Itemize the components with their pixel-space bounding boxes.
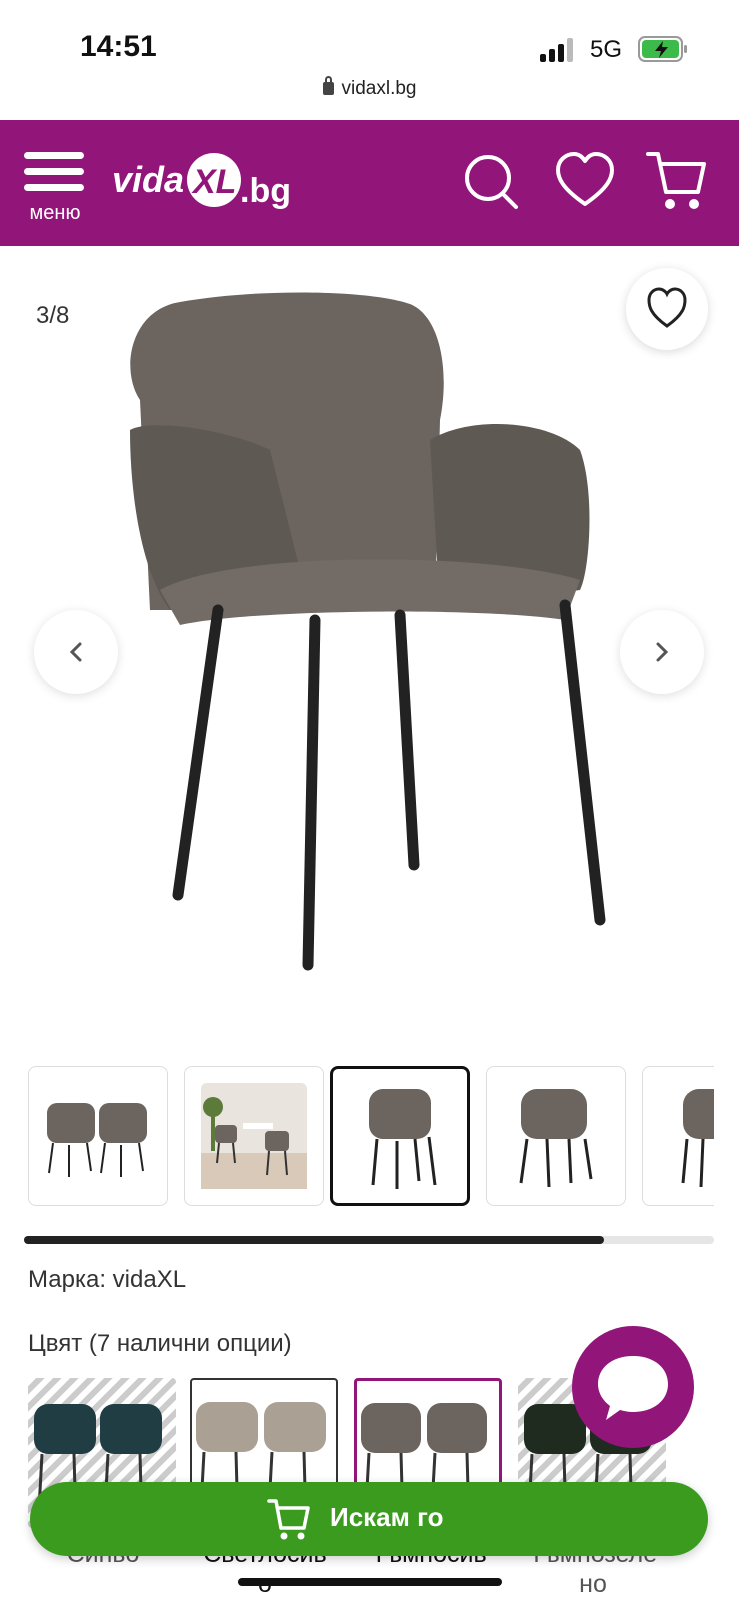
- thumbnail-3[interactable]: [330, 1066, 470, 1206]
- svg-text:vida: vida: [112, 159, 184, 200]
- thumbnail-scrollbar-thumb[interactable]: [24, 1236, 604, 1244]
- add-to-cart-label: Искам го: [330, 1502, 444, 1532]
- color-label-dark-green-wrap: но: [579, 1570, 607, 1598]
- chair-back-thumbnail: [681, 1089, 714, 1188]
- status-bar: 14:51 5G vidaxl.bg: [0, 0, 739, 118]
- chair-front-thumbnail: [369, 1089, 437, 1189]
- network-label: 5G: [590, 36, 623, 63]
- lock-icon: [322, 76, 334, 95]
- signal-icon: [540, 38, 576, 62]
- thumbnail-4[interactable]: [486, 1066, 626, 1206]
- chat-bubble-icon: [598, 1356, 668, 1420]
- product-image[interactable]: [110, 290, 630, 990]
- address-bar[interactable]: vidaxl.bg: [0, 76, 739, 100]
- next-image-button[interactable]: [620, 610, 704, 694]
- thumbnail-5[interactable]: [642, 1066, 714, 1206]
- room-scene-thumbnail: [201, 1083, 307, 1189]
- cart-icon: [267, 1499, 310, 1540]
- brand-label: Марка: vidaXL: [28, 1266, 187, 1293]
- cart-icon[interactable]: [644, 148, 710, 214]
- wishlist-button[interactable]: [626, 268, 708, 350]
- color-options-title: Цвят (7 налични опции): [28, 1330, 292, 1357]
- heart-icon[interactable]: [552, 148, 618, 214]
- vidaxl-logo[interactable]: vida XL .bg: [110, 140, 310, 220]
- chat-button[interactable]: [572, 1326, 694, 1448]
- thumbnail-strip: [28, 1066, 714, 1208]
- battery-icon: [638, 36, 687, 62]
- url-text: vidaxl.bg: [341, 78, 417, 99]
- chair-pair-thumbnail: [47, 1103, 147, 1177]
- add-to-cart-button[interactable]: Искам го: [30, 1482, 708, 1556]
- heart-icon: [647, 287, 687, 328]
- image-counter: 3/8: [36, 302, 70, 329]
- chevron-left-icon: [69, 642, 82, 662]
- search-icon[interactable]: [460, 148, 526, 214]
- chevron-right-icon: [656, 642, 669, 662]
- hamburger-icon: [24, 152, 84, 159]
- site-header: меню vida XL .bg: [0, 120, 739, 246]
- thumbnail-1[interactable]: [28, 1066, 168, 1206]
- svg-text:.bg: .bg: [240, 172, 291, 210]
- menu-button[interactable]: меню: [22, 148, 88, 228]
- thumbnail-2[interactable]: [184, 1066, 324, 1206]
- previous-image-button[interactable]: [34, 610, 118, 694]
- home-indicator[interactable]: [238, 1578, 502, 1586]
- svg-text:XL: XL: [191, 163, 236, 201]
- status-time: 14:51: [80, 30, 157, 63]
- thumbnail-scrollbar[interactable]: [24, 1236, 714, 1244]
- menu-label: меню: [29, 202, 81, 224]
- chair-side-thumbnail: [519, 1089, 593, 1188]
